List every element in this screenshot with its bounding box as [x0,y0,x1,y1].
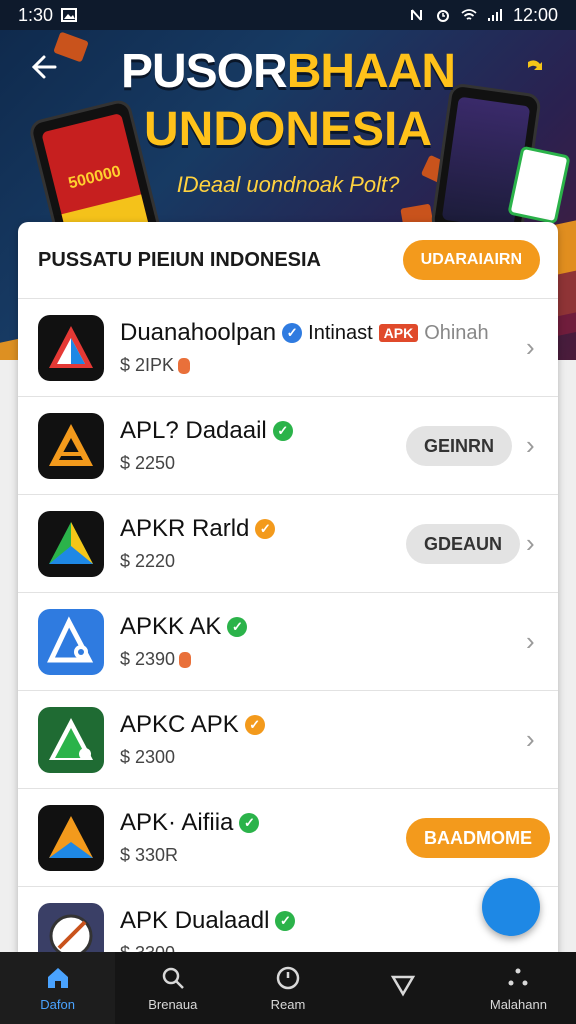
app-row[interactable]: APKK AK ✓ $ 2390 › [18,592,558,690]
signal-icon [487,9,502,21]
card-title: PUSSATU PIEIUN INDONESIA [38,248,321,271]
triangle-icon [391,975,416,997]
search-icon [162,967,184,989]
app-name-line: APKK AK ✓ [120,613,248,641]
app-name: APKK AK [120,613,222,640]
home-icon [47,967,68,988]
verified-icon: ✓ [272,421,293,441]
app-name: APK Dualaadl [120,907,270,934]
status-bar: 1:30 12:00 [0,0,576,30]
app-name: APKC APK [120,711,239,738]
app-logo-icon [49,521,93,564]
app-logo-icon [49,717,93,760]
wifi-icon [461,9,477,20]
nfc-icon [410,9,422,21]
app-name-line: APK· Aifiia ✓ [120,809,260,837]
hero-title-yellow: BHAAN [286,45,456,98]
chevron-right-icon: › [526,724,535,754]
nav-label: Malahann [489,996,547,1012]
app-row[interactable]: Duanahoolpan ✓ Intinast APK Ohinah $ 2IP… [18,298,558,396]
bottom-nav: Dafon Brenaua Ream Malahann [0,952,576,1024]
app-price: $ 330R [120,845,179,865]
nav-label: Ream [270,996,306,1012]
coin-icon [179,651,192,668]
get-button[interactable]: GEINRN [406,426,513,466]
hero-title-white: PUSOR [120,45,288,98]
chevron-right-icon: › [526,626,535,656]
app-name-line: APKC APK ✓ [120,711,265,739]
coin-icon [178,357,191,374]
verified-icon: ✓ [255,519,276,539]
app-price: $ 2390 [120,649,176,669]
app-price: $ 2IPK [120,355,175,375]
verified-icon: ✓ [275,911,296,931]
app-name: Duanahoolpan [120,319,277,346]
app-price: $ 2220 [120,551,176,571]
download-button[interactable]: GDEAUN [406,524,521,564]
hero-title-line1: PUSORBHAAN [0,44,576,99]
nav-item-search[interactable]: Brenaua [115,952,230,1024]
app-icon [38,804,104,871]
app-extra: Ohinah [424,321,489,344]
app-name: APK· Aifiia [120,809,234,836]
gallery-icon [61,8,78,22]
app-icon [38,510,104,577]
hero-title-line2: UNDONESIA [143,103,433,156]
nav-label: Brenaua [148,996,198,1012]
app-name: APKR Rarld [120,515,250,542]
verified-icon: ✓ [282,323,303,343]
app-price-line: $ 2IPK [120,355,489,376]
app-row[interactable]: APKR Rarld ✓ $ 2220 GDEAUN › [18,494,558,592]
app-price-line: $ 330R [120,845,259,866]
app-row[interactable]: APK Dualaadl ✓ $ 3300 [18,886,558,962]
app-price-line: $ 2220 [120,551,275,572]
app-list-card: PUSSATU PIEIUN INDONESIA UDARAIAIRN Duan… [18,222,558,962]
download-button[interactable]: BAADMOME [406,818,550,858]
app-logo-icon [49,815,93,858]
nav-item-triangle[interactable] [346,952,461,1024]
app-price-line: $ 2300 [120,747,265,768]
hero-subtitle: IDeaal uondnoak Polt? [176,172,400,197]
verified-icon: ✓ [244,715,265,735]
app-row[interactable]: APK· Aifiia ✓ $ 330R BAADMOME [18,788,558,886]
floating-action-button[interactable] [482,878,540,936]
header-action-button[interactable]: UDARAIAIRN [402,240,540,280]
app-price-line: $ 2390 [120,649,247,670]
status-time-right: 12:00 [512,4,558,25]
nav-item-more[interactable]: Malahann [461,952,576,1024]
card-header: PUSSATU PIEIUN INDONESIA UDARAIAIRN [18,222,558,298]
app-subtitle: Intinast [308,321,373,344]
app-row[interactable]: APL? Dadaail ✓ $ 2250 GEINRN › [18,396,558,494]
app-price-line: $ 2250 [120,453,293,474]
chevron-right-icon: › [526,430,535,460]
app-icon [38,412,104,479]
chevron-right-icon: › [526,528,535,558]
app-icon [38,314,104,381]
verified-icon: ✓ [239,813,260,833]
app-logo-icon [49,325,93,368]
app-name-line: APL? Dadaail ✓ [120,417,293,445]
app-name-line: APK Dualaadl ✓ [120,907,296,935]
status-time-left: 1:30 [18,4,54,25]
app-price: $ 2300 [120,747,176,767]
nav-item-home[interactable]: Dafon [0,952,116,1024]
app-name-line: APKR Rarld ✓ [120,515,276,543]
chevron-right-icon: › [526,332,535,362]
alarm-icon [436,10,449,22]
app-name: APL? Dadaail [120,417,267,444]
nav-label: Dafon [40,996,75,1012]
app-row[interactable]: APKC APK ✓ $ 2300 › [18,690,558,788]
app-icon [38,608,104,675]
apk-tag: APK [378,324,419,342]
nav-item-ream[interactable]: Ream [230,952,345,1024]
clock-icon [276,966,300,989]
app-logo-icon [49,423,93,466]
app-price: $ 2250 [120,453,176,473]
app-logo-icon [47,615,94,662]
verified-icon: ✓ [227,617,248,637]
dots-icon [508,968,528,985]
app-icon [38,706,104,773]
app-name-line: Duanahoolpan ✓ Intinast APK Ohinah [120,319,489,347]
